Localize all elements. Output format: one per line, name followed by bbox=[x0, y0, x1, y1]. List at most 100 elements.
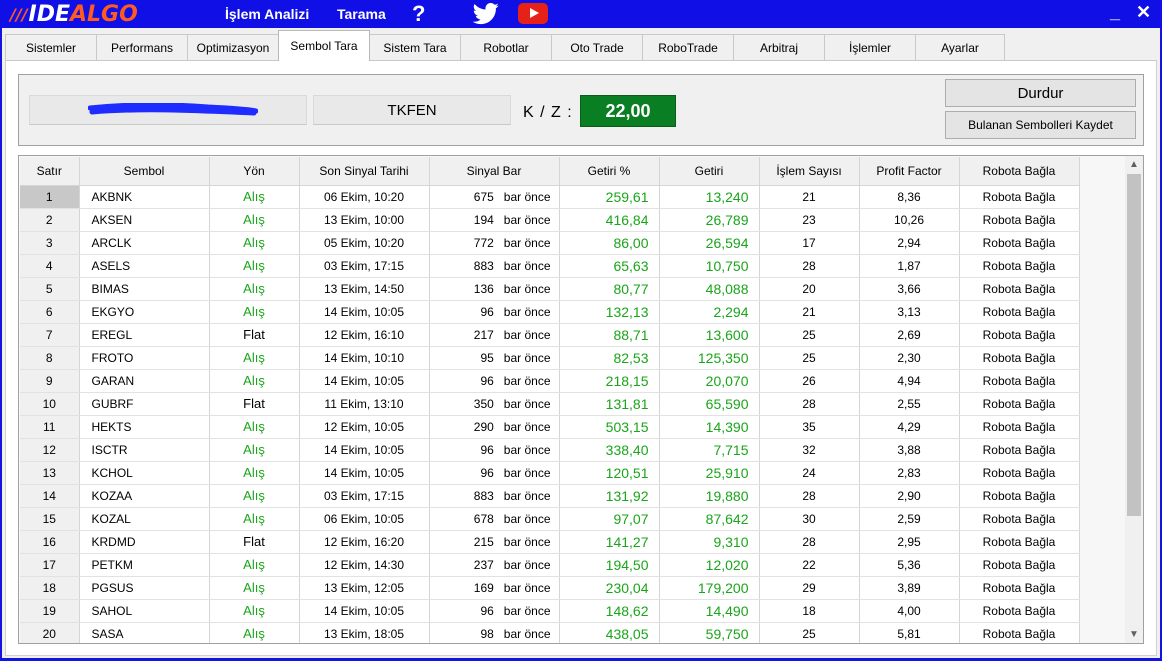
tab-arbitraj[interactable]: Arbitraj bbox=[733, 34, 825, 61]
symbol-cell: GUBRF bbox=[79, 392, 210, 416]
link-robot-cell[interactable]: Robota Bağla bbox=[959, 277, 1080, 301]
direction-cell: Alış bbox=[209, 300, 300, 324]
table-row[interactable]: 20 SASA Alış 13 Ekim, 18:05 98 bar önce 438,05… bbox=[20, 622, 1080, 643]
symbol-field[interactable]: TKFEN bbox=[313, 95, 511, 125]
link-robot-cell[interactable]: Robota Bağla bbox=[959, 231, 1080, 255]
trade-count-cell: 21 bbox=[759, 300, 860, 324]
tab-oto-trade[interactable]: Oto Trade bbox=[551, 34, 643, 61]
table-row[interactable]: 2 AKSEN Alış 13 Ekim, 10:00 194 bar önce 416,8… bbox=[20, 208, 1080, 232]
table-row[interactable]: 11 HEKTS Alış 12 Ekim, 10:05 290 bar önce 503,… bbox=[20, 415, 1080, 439]
link-robot-cell[interactable]: Robota Bağla bbox=[959, 346, 1080, 370]
link-robot-cell[interactable]: Robota Bağla bbox=[959, 185, 1080, 209]
table-row[interactable]: 14 KOZAA Alış 03 Ekim, 17:15 883 bar önce 131,… bbox=[20, 484, 1080, 508]
signal-bar-cell: 95 bar önce bbox=[429, 346, 560, 370]
link-robot-cell[interactable]: Robota Bağla bbox=[959, 254, 1080, 278]
signal-date-cell: 14 Ekim, 10:05 bbox=[299, 438, 430, 462]
stop-button[interactable]: Durdur bbox=[945, 79, 1136, 107]
link-robot-cell[interactable]: Robota Bağla bbox=[959, 622, 1080, 643]
link-robot-cell[interactable]: Robota Bağla bbox=[959, 438, 1080, 462]
bar-count: 136 bbox=[473, 281, 494, 296]
col-getiri-header[interactable]: Getiri bbox=[659, 157, 760, 186]
menu-tarama[interactable]: Tarama bbox=[337, 6, 386, 22]
table-row[interactable]: 19 SAHOL Alış 14 Ekim, 10:05 96 bar önce 148,6… bbox=[20, 599, 1080, 623]
grid-body: 1 AKBNK Alış 06 Ekim, 10:20 675 bar önce 259,6… bbox=[20, 185, 1080, 643]
scroll-thumb[interactable] bbox=[1127, 174, 1141, 516]
link-robot-cell[interactable]: Robota Bağla bbox=[959, 530, 1080, 554]
table-row[interactable]: 5 BIMAS Alış 13 Ekim, 14:50 136 bar önce 80,77… bbox=[20, 277, 1080, 301]
tab-sembol-tara[interactable]: Sembol Tara bbox=[278, 30, 370, 61]
scroll-down-icon[interactable]: ▼ bbox=[1125, 626, 1143, 643]
col-son-sinyal-tarihi-header[interactable]: Son Sinyal Tarihi bbox=[299, 157, 430, 186]
table-row[interactable]: 8 FROTO Alış 14 Ekim, 10:10 95 bar önce 82,53 1… bbox=[20, 346, 1080, 370]
col-robota-bagla-header[interactable]: Robota Bağla bbox=[959, 157, 1080, 186]
direction-cell: Alış bbox=[209, 438, 300, 462]
link-robot-cell[interactable]: Robota Bağla bbox=[959, 323, 1080, 347]
link-robot-cell[interactable]: Robota Bağla bbox=[959, 484, 1080, 508]
link-robot-cell[interactable]: Robota Bağla bbox=[959, 369, 1080, 393]
return-percent-cell: 438,05 bbox=[559, 622, 660, 643]
table-row[interactable]: 1 AKBNK Alış 06 Ekim, 10:20 675 bar önce 259,6… bbox=[20, 185, 1080, 209]
tab-robotlar[interactable]: Robotlar bbox=[460, 34, 552, 61]
scroll-up-icon[interactable]: ▲ bbox=[1125, 156, 1143, 173]
tab-sistemler[interactable]: Sistemler bbox=[5, 34, 97, 61]
table-row[interactable]: 9 GARAN Alış 14 Ekim, 10:05 96 bar önce 218,15… bbox=[20, 369, 1080, 393]
help-icon[interactable]: ? bbox=[412, 1, 425, 27]
col-sinyal-bar-header[interactable]: Sinyal Bar bbox=[429, 157, 560, 186]
link-robot-cell[interactable]: Robota Bağla bbox=[959, 208, 1080, 232]
return-cell: 12,020 bbox=[659, 553, 760, 577]
link-robot-cell[interactable]: Robota Bağla bbox=[959, 553, 1080, 577]
col-profit-factor-header[interactable]: Profit Factor bbox=[859, 157, 960, 186]
kz-label: K / Z : bbox=[523, 104, 573, 121]
tab-performans[interactable]: Performans bbox=[96, 34, 188, 61]
menu-islem-analizi[interactable]: İşlem Analizi bbox=[225, 6, 309, 22]
direction-cell: Alış bbox=[209, 346, 300, 370]
table-row[interactable]: 7 EREGL Flat 12 Ekim, 16:10 217 bar önce 88,71… bbox=[20, 323, 1080, 347]
table-row[interactable]: 13 KCHOL Alış 14 Ekim, 10:05 96 bar önce 120,5… bbox=[20, 461, 1080, 485]
link-robot-cell[interactable]: Robota Bağla bbox=[959, 300, 1080, 324]
link-robot-cell[interactable]: Robota Bağla bbox=[959, 461, 1080, 485]
twitter-icon[interactable] bbox=[472, 3, 500, 25]
direction-cell: Flat bbox=[209, 392, 300, 416]
minimize-button[interactable]: _ bbox=[1110, 2, 1120, 23]
link-robot-cell[interactable]: Robota Bağla bbox=[959, 599, 1080, 623]
table-row[interactable]: 16 KRDMD Flat 12 Ekim, 16:20 215 bar önce 141,… bbox=[20, 530, 1080, 554]
tab-islemler[interactable]: İşlemler bbox=[824, 34, 916, 61]
app-window: /// IDE ALGO İşlem Analizi Tarama ? _ ✕ … bbox=[0, 0, 1162, 661]
signal-date-cell: 03 Ekim, 17:15 bbox=[299, 254, 430, 278]
col-islem-sayisi-header[interactable]: İşlem Sayısı bbox=[759, 157, 860, 186]
bar-suffix: bar önce bbox=[503, 626, 551, 641]
table-row[interactable]: 4 ASELS Alış 03 Ekim, 17:15 883 bar önce 65,63… bbox=[20, 254, 1080, 278]
close-button[interactable]: ✕ bbox=[1136, 2, 1151, 23]
col-getiri-yuzde-header[interactable]: Getiri % bbox=[559, 157, 660, 186]
vertical-scrollbar[interactable]: ▲ ▼ bbox=[1125, 156, 1143, 643]
table-row[interactable]: 12 ISCTR Alış 14 Ekim, 10:05 96 bar önce 338,4… bbox=[20, 438, 1080, 462]
link-robot-cell[interactable]: Robota Bağla bbox=[959, 507, 1080, 531]
return-cell: 10,750 bbox=[659, 254, 760, 278]
table-row[interactable]: 6 EKGYO Alış 14 Ekim, 10:05 96 bar önce 132,13… bbox=[20, 300, 1080, 324]
tab-optimizasyon[interactable]: Optimizasyon bbox=[187, 34, 279, 61]
signal-date-cell: 13 Ekim, 12:05 bbox=[299, 576, 430, 600]
table-row[interactable]: 10 GUBRF Flat 11 Ekim, 13:10 350 bar önce 131,… bbox=[20, 392, 1080, 416]
col-sembol-header[interactable]: Sembol bbox=[79, 157, 210, 186]
link-robot-cell[interactable]: Robota Bağla bbox=[959, 576, 1080, 600]
table-row[interactable]: 18 PGSUS Alış 13 Ekim, 12:05 169 bar önce 230,… bbox=[20, 576, 1080, 600]
symbol-cell: FROTO bbox=[79, 346, 210, 370]
youtube-icon[interactable] bbox=[518, 3, 548, 24]
table-row[interactable]: 15 KOZAL Alış 06 Ekim, 10:05 678 bar önce 97,0… bbox=[20, 507, 1080, 531]
scan-list-field[interactable] bbox=[29, 95, 307, 125]
link-robot-cell[interactable]: Robota Bağla bbox=[959, 415, 1080, 439]
bar-suffix: bar önce bbox=[503, 304, 551, 319]
row-number-cell: 7 bbox=[20, 323, 80, 347]
col-satir-header[interactable]: Satır bbox=[20, 157, 80, 186]
col-yon-header[interactable]: Yön bbox=[209, 157, 300, 186]
signal-bar-cell: 96 bar önce bbox=[429, 369, 560, 393]
save-symbols-button[interactable]: Bulanan Sembolleri Kaydet bbox=[945, 111, 1136, 139]
tab-sistem-tara[interactable]: Sistem Tara bbox=[369, 34, 461, 61]
link-robot-cell[interactable]: Robota Bağla bbox=[959, 392, 1080, 416]
results-grid: Satır Sembol Yön Son Sinyal Tarihi Sinyal Ba… bbox=[18, 155, 1144, 644]
table-row[interactable]: 3 ARCLK Alış 05 Ekim, 10:20 772 bar önce 86,00… bbox=[20, 231, 1080, 255]
signal-bar-cell: 169 bar önce bbox=[429, 576, 560, 600]
tab-robotrade[interactable]: RoboTrade bbox=[642, 34, 734, 61]
table-row[interactable]: 17 PETKM Alış 12 Ekim, 14:30 237 bar önce 194,… bbox=[20, 553, 1080, 577]
tab-ayarlar[interactable]: Ayarlar bbox=[915, 34, 1005, 61]
